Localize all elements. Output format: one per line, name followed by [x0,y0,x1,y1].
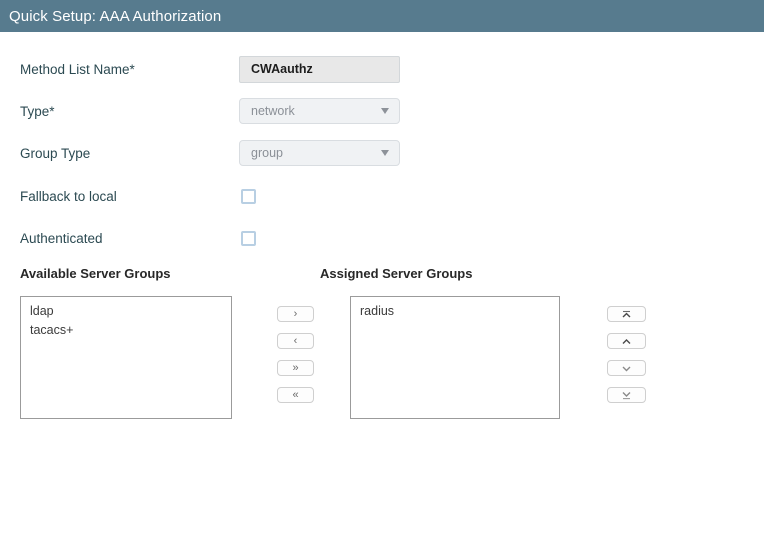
page-title: Quick Setup: AAA Authorization [9,7,222,25]
form-row-fallback-to-local: Fallback to local [0,175,764,217]
move-to-top-button[interactable] [607,306,646,322]
type-select[interactable]: network [239,98,400,124]
form-row-type: Type* network [0,90,764,132]
available-server-groups-list[interactable]: ldap tacacs+ [20,296,232,419]
field-authenticated [241,230,256,246]
list-item[interactable]: tacacs+ [21,322,231,341]
form-row-group-type: Group Type group [0,132,764,174]
move-all-right-button[interactable]: » [277,360,314,376]
authenticated-checkbox[interactable] [241,230,256,246]
form-row-method-list-name: Method List Name* [0,48,764,90]
method-list-name-input[interactable] [239,55,400,83]
move-right-button[interactable]: › [277,306,314,322]
list-item[interactable]: radius [351,303,559,322]
field-fallback-to-local [241,188,256,204]
move-up-button[interactable] [607,333,646,349]
move-down-button[interactable] [607,360,646,376]
type-select-value: network [251,104,295,118]
label-group-type: Group Type [20,145,91,161]
field-method-list-name [239,55,400,83]
assigned-server-groups-list[interactable]: radius [350,296,560,419]
transfer-button-group: › ‹ » « [277,306,314,414]
label-type: Type* [20,103,55,119]
label-authenticated: Authenticated [20,230,103,246]
move-left-button[interactable]: ‹ [277,333,314,349]
field-group-type: group [239,140,400,166]
available-server-groups-heading: Available Server Groups [20,266,171,281]
window-titlebar: Quick Setup: AAA Authorization [0,0,764,32]
field-type: network [239,98,400,124]
form-row-authenticated: Authenticated [0,217,764,259]
move-to-bottom-button[interactable] [607,387,646,403]
label-fallback-to-local: Fallback to local [20,188,117,204]
group-type-select-value: group [251,146,283,160]
chevron-down-icon [381,108,389,114]
fallback-to-local-checkbox[interactable] [241,188,256,204]
chevron-down-icon [381,150,389,156]
assigned-server-groups-heading: Assigned Server Groups [320,266,473,281]
list-item[interactable]: ldap [21,303,231,322]
move-all-left-button[interactable]: « [277,387,314,403]
order-button-group [607,306,646,414]
label-method-list-name: Method List Name* [20,61,135,77]
group-type-select[interactable]: group [239,140,400,166]
